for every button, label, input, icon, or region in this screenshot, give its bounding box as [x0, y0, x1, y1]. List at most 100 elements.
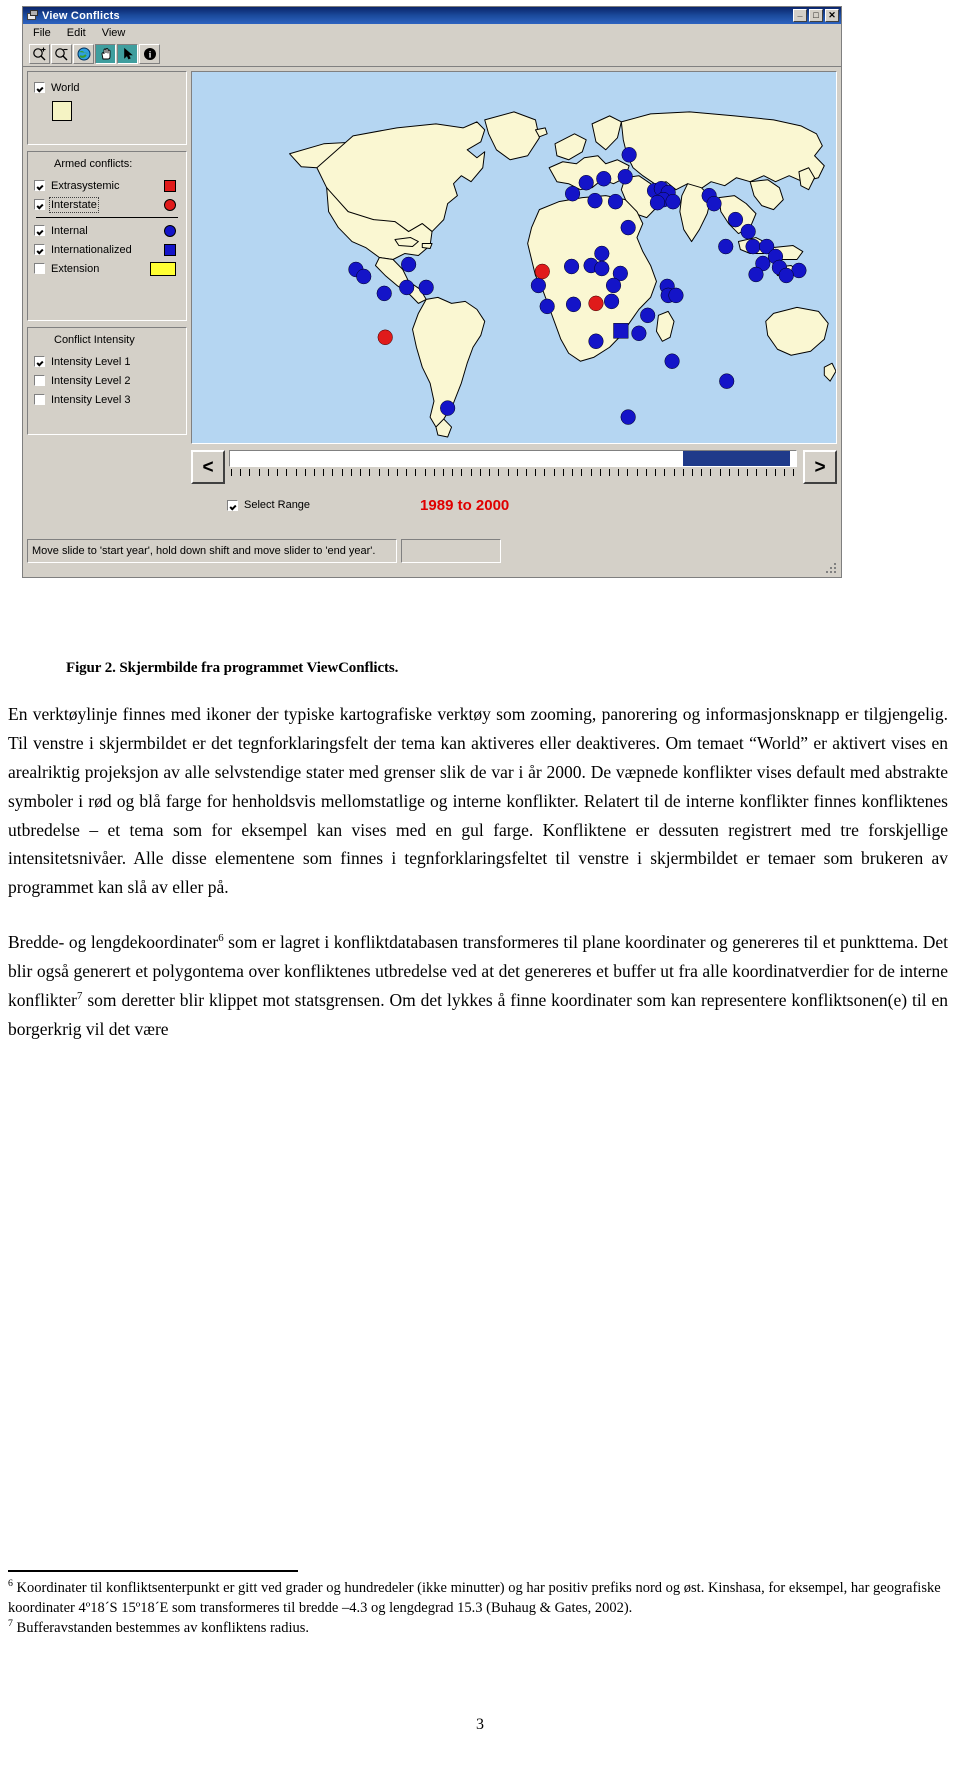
resize-grip[interactable] — [826, 563, 838, 575]
slider-tick — [645, 469, 647, 476]
legend-item-intensity-2[interactable]: Intensity Level 2 — [34, 371, 180, 390]
slider-tick — [387, 469, 389, 476]
app-window-icon — [26, 9, 39, 22]
menu-item-edit[interactable]: Edit — [67, 27, 86, 39]
select-range-row: Select Range 1989 to 2000 — [191, 492, 837, 518]
maximize-button[interactable]: □ — [809, 9, 823, 22]
slider-track-area — [229, 450, 797, 477]
footnote-6-text: Koordinater til konfliktsenterpunkt er g… — [8, 1580, 941, 1616]
internationalized-label: Internationalized — [51, 243, 132, 256]
zoom-in-icon[interactable] — [29, 44, 50, 64]
extrasystemic-checkbox[interactable] — [34, 180, 45, 191]
slider-tick — [479, 469, 481, 476]
minimize-button[interactable]: _ — [793, 8, 807, 22]
internal-checkbox[interactable] — [34, 225, 45, 236]
intensity-1-checkbox[interactable] — [34, 356, 45, 367]
pan-hand-icon[interactable] — [95, 44, 116, 64]
slider-tick — [415, 469, 417, 476]
slider-selected-range[interactable] — [682, 451, 791, 466]
extrasystemic-label: Extrasystemic — [51, 179, 120, 192]
legend-intensity-group: Conflict Intensity Intensity Level 1 Int… — [27, 327, 187, 435]
slider-tick — [691, 469, 693, 476]
slider-tick — [424, 469, 426, 476]
legend-item-intensity-3[interactable]: Intensity Level 3 — [34, 390, 180, 409]
intensity-3-label: Intensity Level 3 — [51, 393, 131, 406]
slider-track[interactable] — [229, 450, 797, 467]
zoom-out-icon[interactable] — [51, 44, 72, 64]
intensity-2-checkbox[interactable] — [34, 375, 45, 386]
slider-tick — [489, 469, 491, 476]
intensity-2-label: Intensity Level 2 — [51, 374, 131, 387]
select-range-checkbox[interactable] — [227, 499, 238, 511]
slider-tick — [728, 469, 730, 476]
slider-tick — [267, 469, 269, 476]
slider-tick — [682, 469, 684, 476]
slider-tick — [249, 469, 251, 476]
slider-tick — [461, 469, 463, 476]
slider-prev-button[interactable]: < — [191, 450, 225, 484]
legend-item-internationalized[interactable]: Internationalized — [34, 240, 180, 259]
menu-item-view[interactable]: View — [102, 27, 126, 39]
slider-tick — [544, 469, 546, 476]
slider-tick — [784, 469, 786, 476]
footnotes: 6 Koordinater til konfliktsenterpunkt er… — [8, 1570, 948, 1638]
menu-item-file[interactable]: File — [33, 27, 51, 39]
slider-tick — [396, 469, 398, 476]
paragraph-2: Bredde- og lengdekoordinater6 som er lag… — [8, 928, 948, 1044]
legend-divider — [36, 217, 178, 218]
legend-item-internal[interactable]: Internal — [34, 221, 180, 240]
page-number: 3 — [476, 1716, 484, 1733]
interstate-checkbox[interactable] — [34, 199, 45, 210]
slider-tick — [627, 469, 629, 476]
slider-next-button[interactable]: > — [803, 450, 837, 484]
slider-tick — [323, 469, 325, 476]
slider-tick — [673, 469, 675, 476]
slider-tick — [378, 469, 380, 476]
status-message: Move slide to 'start year', hold down sh… — [27, 539, 397, 563]
internal-symbol — [164, 224, 176, 237]
slider-tick — [231, 469, 232, 476]
slider-tick — [507, 469, 509, 476]
slider-tick — [498, 469, 500, 476]
legend-item-extension[interactable]: Extension — [34, 259, 180, 278]
world-map-svg — [192, 72, 836, 443]
slider-tick — [433, 469, 435, 476]
year-slider-row: < > — [191, 450, 837, 488]
legend-panel: World Armed conflicts: Extrasystemic Int… — [27, 71, 191, 563]
select-arrow-icon[interactable] — [117, 44, 138, 64]
slider-tick — [443, 469, 445, 476]
legend-item-interstate[interactable]: Interstate — [34, 195, 180, 214]
slider-tick — [369, 469, 371, 476]
legend-item-intensity-1[interactable]: Intensity Level 1 — [34, 352, 180, 371]
slider-tick — [240, 469, 242, 476]
slider-tick — [277, 469, 279, 476]
window-title: View Conflicts — [42, 9, 120, 22]
interstate-symbol — [164, 198, 176, 211]
slider-tick — [341, 469, 343, 476]
slider-tick — [452, 469, 454, 476]
extension-checkbox[interactable] — [34, 263, 45, 274]
footnote-6: 6 Koordinater til konfliktsenterpunkt er… — [8, 1578, 948, 1618]
world-checkbox[interactable] — [34, 82, 45, 93]
internationalized-checkbox[interactable] — [34, 244, 45, 255]
close-button[interactable]: ✕ — [825, 9, 839, 22]
world-color-swatch — [52, 101, 72, 121]
slider-tick — [295, 469, 297, 476]
map-canvas[interactable] — [191, 71, 837, 444]
slider-tick — [360, 469, 362, 476]
globe-full-extent-icon[interactable] — [73, 44, 94, 64]
info-icon[interactable]: i — [139, 44, 160, 64]
slider-tick — [350, 469, 352, 476]
slider-tick — [738, 469, 740, 476]
intensity-3-checkbox[interactable] — [34, 394, 45, 405]
slider-tick — [608, 469, 610, 476]
slider-tick — [406, 469, 408, 476]
slider-tick — [572, 469, 574, 476]
slider-tick — [636, 469, 638, 476]
legend-item-world[interactable]: World — [34, 78, 180, 97]
legend-item-extrasystemic[interactable]: Extrasystemic — [34, 176, 180, 195]
footnote-7-text: Bufferavstanden bestemmes av konfliktens… — [12, 1620, 310, 1636]
para2-post: som deretter blir klippet mot statsgrens… — [8, 989, 948, 1039]
paragraph-1: En verktøylinje finnes med ikoner der ty… — [8, 704, 948, 898]
slider-tick-marks — [229, 469, 797, 477]
